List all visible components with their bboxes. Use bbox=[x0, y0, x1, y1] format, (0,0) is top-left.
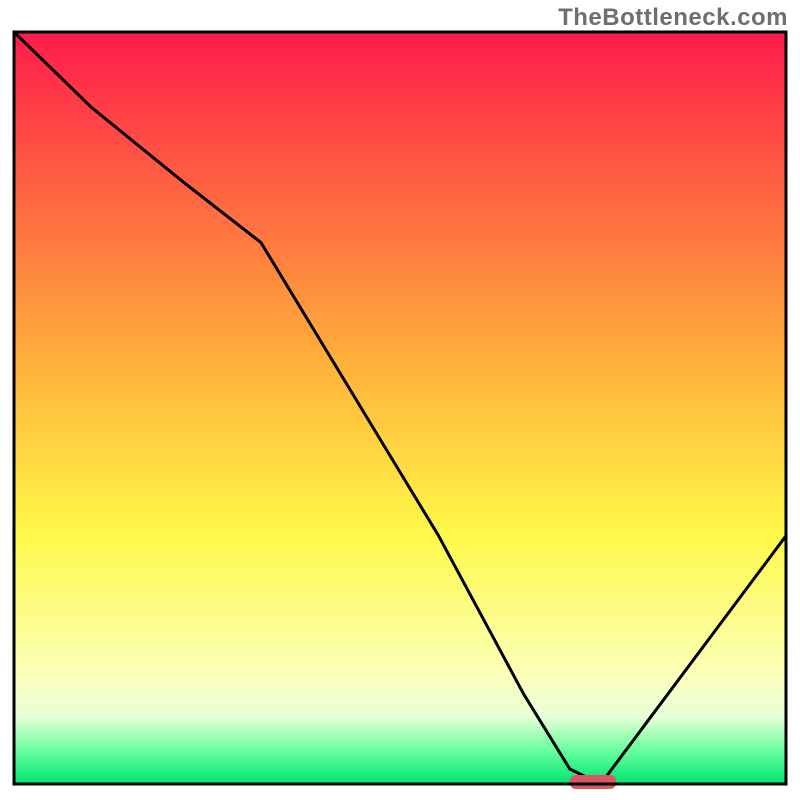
plot-background bbox=[14, 32, 786, 784]
optimal-marker bbox=[570, 775, 616, 789]
chart-container: TheBottleneck.com bbox=[0, 0, 800, 800]
bottleneck-chart bbox=[0, 0, 800, 800]
